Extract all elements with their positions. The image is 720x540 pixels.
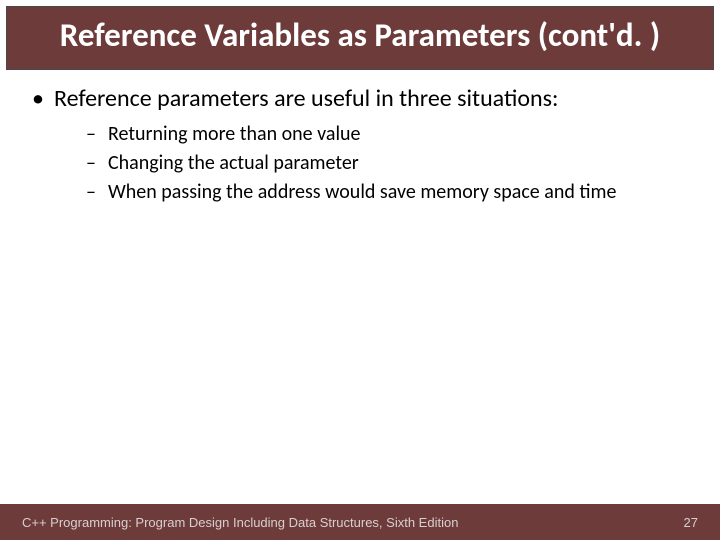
bullet-level2-text: Returning more than one value — [108, 122, 361, 147]
bullet-dash-icon: – — [86, 180, 108, 205]
slide-title: Reference Variables as Parameters (cont'… — [27, 17, 693, 55]
bullet-level2-text: Changing the actual parameter — [108, 151, 359, 176]
bullet-level1: • Reference parameters are useful in thr… — [30, 84, 690, 114]
bullet-level2: – Returning more than one value — [86, 122, 690, 147]
content-area: • Reference parameters are useful in thr… — [0, 70, 720, 504]
bullet-level2-text: When passing the address would save memo… — [108, 180, 616, 205]
bullet-dash-icon: – — [86, 122, 108, 147]
footer-bar: C++ Programming: Program Design Includin… — [0, 504, 720, 540]
page-number: 27 — [684, 515, 698, 530]
bullet-level2: – When passing the address would save me… — [86, 180, 690, 205]
bullet-level2: – Changing the actual parameter — [86, 151, 690, 176]
sub-bullet-list: – Returning more than one value – Changi… — [30, 122, 690, 205]
title-bar: Reference Variables as Parameters (cont'… — [6, 6, 714, 70]
bullet-level1-text: Reference parameters are useful in three… — [54, 84, 558, 114]
footer-text: C++ Programming: Program Design Includin… — [22, 515, 458, 530]
bullet-dash-icon: – — [86, 151, 108, 176]
slide: Reference Variables as Parameters (cont'… — [0, 0, 720, 540]
bullet-dot-icon: • — [30, 84, 54, 114]
